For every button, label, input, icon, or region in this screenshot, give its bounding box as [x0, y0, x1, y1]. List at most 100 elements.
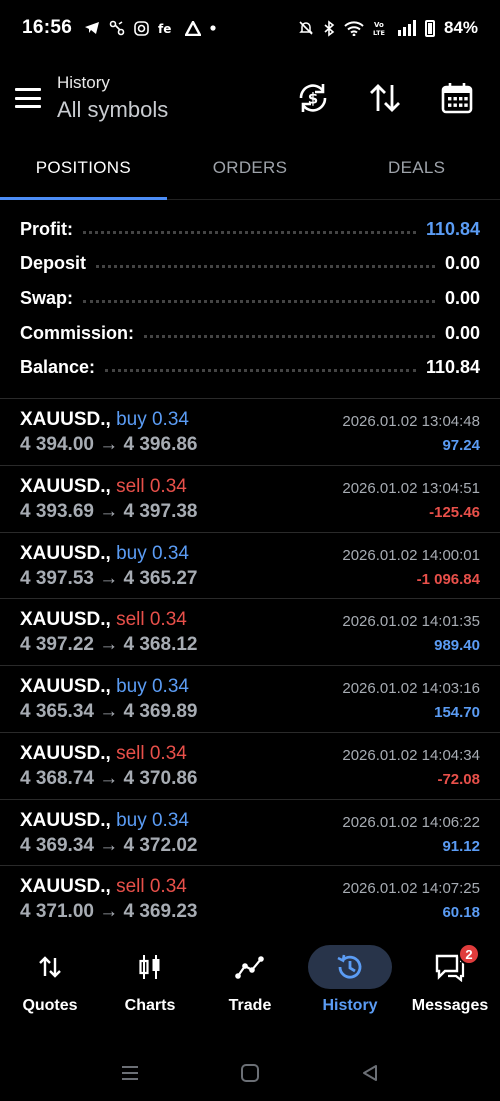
system-navigation — [0, 1045, 500, 1101]
calendar-icon[interactable] — [432, 73, 482, 123]
deal-time: 2026.01.02 13:04:48 — [342, 413, 480, 430]
deal-prices: 4 365.34 → 4 369.89 — [20, 701, 198, 722]
battery-icon — [424, 19, 435, 37]
menu-icon[interactable] — [15, 88, 41, 108]
nav-label: Messages — [411, 997, 489, 1014]
deal-symbol: XAUUSD., — [20, 676, 111, 697]
nav-trade[interactable]: Trade — [200, 935, 300, 1025]
deal-symbol: XAUUSD., — [20, 542, 111, 564]
deal-symbol: XAUUSD., — [20, 609, 111, 631]
list-item[interactable]: XAUUSD., sell 0.34 4 393.69 → 4 397.38 2… — [0, 466, 500, 533]
deal-time: 2026.01.02 14:06:22 — [342, 813, 480, 831]
deal-side: buy 0.34 — [116, 809, 189, 831]
deal-time: 2026.01.02 13:04:51 — [342, 479, 480, 497]
volte-icon: VoLTE — [373, 21, 385, 36]
summary-label: Balance: — [20, 357, 96, 378]
quotes-icon — [39, 956, 61, 978]
sort-icon[interactable] — [360, 73, 410, 123]
deal-time: 2026.01.02 14:01:35 — [342, 613, 480, 631]
deal-side: buy 0.34 — [116, 542, 189, 564]
tab-deals[interactable]: DEALS — [333, 140, 500, 199]
app-header: History All symbols $ — [0, 56, 500, 140]
trade-icon — [235, 956, 264, 979]
dotted-leader — [83, 299, 435, 303]
svg-text:LTE: LTE — [373, 29, 385, 36]
battery-percent: 84% — [443, 18, 478, 37]
deal-symbol: XAUUSD., — [20, 742, 111, 764]
notification-icons: fe — [84, 20, 216, 36]
summary-row-profit: Profit: 110.84 — [0, 212, 500, 247]
nav-label: Trade — [228, 997, 272, 1014]
status-time: 16:56 — [22, 17, 73, 38]
list-item[interactable]: XAUUSD., sell 0.34 4 368.74 → 4 370.86 2… — [0, 733, 500, 800]
summary-panel: Profit: 110.84 Deposit 0.00 Swap: 0.00 C… — [0, 212, 500, 385]
edge-icon: fe — [158, 22, 171, 35]
deal-profit: -125.46 — [429, 503, 480, 521]
back-icon[interactable] — [360, 1063, 380, 1083]
charts-icon — [139, 955, 160, 979]
deal-side: sell 0.34 — [116, 742, 187, 764]
summary-label: Swap: — [20, 287, 74, 308]
summary-row-commission: Commission: 0.00 — [0, 316, 500, 351]
deal-time: 2026.01.02 14:03:16 — [342, 680, 480, 697]
list-item[interactable]: XAUUSD., buy 0.34 4 365.34 → 4 369.89 20… — [0, 666, 500, 733]
app-icon — [185, 20, 202, 36]
home-icon[interactable] — [240, 1063, 260, 1083]
mute-icon — [299, 21, 313, 35]
deal-prices: 4 368.74 → 4 370.86 — [20, 767, 198, 789]
deal-side: sell 0.34 — [116, 475, 187, 497]
title-block[interactable]: History All symbols — [57, 73, 168, 123]
history-icon — [337, 954, 362, 979]
list-item[interactable]: XAUUSD., sell 0.34 4 371.00 → 4 369.23 2… — [0, 866, 500, 933]
tab-positions[interactable]: POSITIONS — [0, 140, 167, 200]
deal-profit: 91.12 — [442, 837, 480, 855]
bottom-navigation: Quotes Charts Trade History 2 Messages — [0, 935, 500, 1025]
deal-time: 2026.01.02 14:04:34 — [342, 746, 480, 764]
deal-prices: 4 397.22 → 4 368.12 — [20, 634, 198, 656]
nav-history[interactable]: History — [300, 935, 400, 1025]
dot-icon — [210, 25, 216, 31]
deal-profit: 989.40 — [434, 637, 480, 655]
summary-value: 0.00 — [444, 253, 480, 274]
nav-quotes[interactable]: Quotes — [0, 935, 100, 1025]
system-icons: Vo LTE 84% — [298, 18, 478, 38]
deal-side: buy 0.34 — [116, 676, 189, 697]
notification-badge: 2 — [458, 943, 480, 965]
summary-label: Deposit — [20, 253, 87, 274]
list-item[interactable]: XAUUSD., buy 0.34 4 369.34 → 4 372.02 20… — [0, 800, 500, 867]
nav-label: Quotes — [22, 997, 78, 1014]
dotted-leader — [96, 265, 435, 269]
deal-prices: 4 371.00 → 4 369.23 — [20, 901, 198, 923]
svg-text:Vo: Vo — [374, 21, 384, 29]
deal-profit: 154.70 — [434, 704, 480, 721]
summary-row-swap: Swap: 0.00 — [0, 281, 500, 316]
symbol-filter: All symbols — [57, 97, 169, 122]
summary-label: Profit: — [20, 218, 73, 239]
summary-label: Commission: — [20, 322, 135, 343]
dotted-leader — [83, 230, 416, 234]
bluetooth-icon — [324, 19, 335, 37]
deal-time: 2026.01.02 14:07:25 — [342, 880, 480, 898]
nav-charts[interactable]: Charts — [100, 935, 200, 1025]
fork-icon — [109, 20, 125, 36]
header-actions: $ — [288, 73, 482, 123]
positions-list: XAUUSD., buy 0.34 4 394.00 → 4 396.86 20… — [0, 399, 500, 933]
deal-symbol: XAUUSD., — [20, 409, 111, 430]
list-item[interactable]: XAUUSD., buy 0.34 4 397.53 → 4 365.27 20… — [0, 533, 500, 600]
nav-messages[interactable]: 2 Messages — [400, 935, 500, 1025]
list-item[interactable]: XAUUSD., sell 0.34 4 397.22 → 4 368.12 2… — [0, 599, 500, 666]
deal-symbol: XAUUSD., — [20, 809, 111, 831]
list-item[interactable]: XAUUSD., buy 0.34 4 394.00 → 4 396.86 20… — [0, 399, 500, 466]
deal-profit: 97.24 — [442, 437, 480, 454]
svg-text:fe: fe — [158, 22, 171, 35]
currency-refresh-icon[interactable]: $ — [288, 73, 338, 123]
deal-prices: 4 369.34 → 4 372.02 — [20, 834, 198, 856]
deal-profit: -1 096.84 — [416, 570, 480, 588]
recents-icon[interactable] — [120, 1063, 140, 1083]
tab-orders[interactable]: ORDERS — [167, 140, 334, 199]
deal-time: 2026.01.02 14:00:01 — [342, 546, 480, 564]
summary-value: 110.84 — [425, 357, 480, 378]
page-title: History — [57, 73, 110, 92]
history-tabs: POSITIONS ORDERS DEALS — [0, 140, 500, 200]
deal-side: sell 0.34 — [116, 609, 187, 631]
